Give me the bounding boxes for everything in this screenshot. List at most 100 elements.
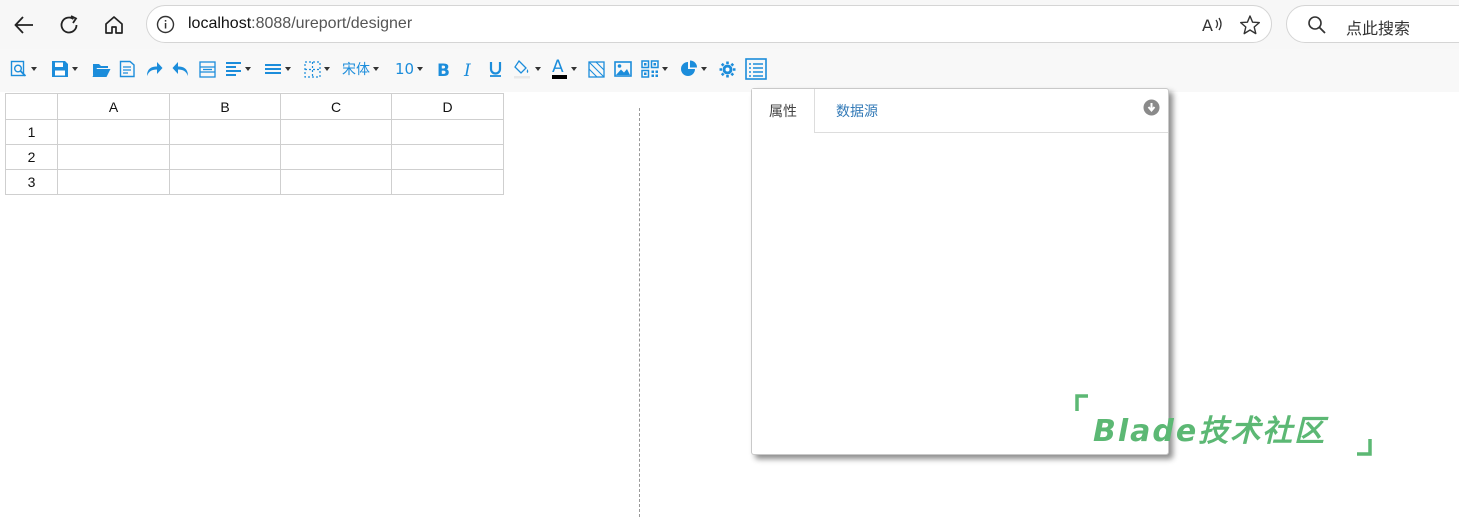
panel-splitter[interactable]: [639, 108, 640, 517]
svg-text:B: B: [437, 61, 450, 78]
gear-icon: [719, 61, 736, 77]
corner-cell[interactable]: [5, 93, 58, 120]
property-panel-button[interactable]: [745, 57, 767, 81]
grid-cell[interactable]: [280, 119, 392, 145]
vertical-align-button[interactable]: [264, 57, 291, 81]
undo-icon: [172, 62, 188, 76]
align-button[interactable]: [225, 57, 251, 81]
font-color-icon: A: [552, 58, 567, 79]
fill-color-button[interactable]: [513, 57, 541, 81]
border-button[interactable]: [304, 57, 330, 81]
slash-icon: [588, 60, 605, 78]
italic-button[interactable]: I: [462, 57, 476, 81]
grid-cell[interactable]: [391, 119, 504, 145]
reload-button[interactable]: [54, 10, 84, 40]
tab-datasource[interactable]: 数据源: [815, 89, 899, 132]
browser-search-box[interactable]: 点此搜索: [1286, 5, 1459, 43]
grid-cell[interactable]: [57, 169, 170, 195]
font-size-select[interactable]: 10: [395, 57, 424, 81]
svg-text:A: A: [1202, 16, 1213, 35]
column-header[interactable]: C: [280, 93, 392, 120]
property-list-icon: [745, 58, 767, 80]
chart-button[interactable]: [680, 57, 707, 81]
back-arrow-icon: [14, 16, 33, 34]
url-path: :8088/ureport/designer: [251, 15, 413, 32]
preview-button[interactable]: [10, 57, 37, 81]
grid-cell[interactable]: [391, 169, 504, 195]
grid-cell[interactable]: [57, 119, 170, 145]
pie-chart-icon: [681, 60, 697, 76]
column-header[interactable]: B: [169, 93, 281, 120]
grid-row: 3: [5, 169, 504, 195]
panel-tab-bar: 属性 数据源: [752, 89, 1168, 133]
search-icon: [1308, 16, 1326, 34]
browser-toolbar: localhost:8088/ureport/designer A 点此搜索: [0, 0, 1459, 49]
dropdown-caret: [285, 67, 291, 71]
underline-button[interactable]: [488, 57, 503, 81]
grid-cell[interactable]: [57, 144, 170, 170]
grid-cell[interactable]: [169, 144, 281, 170]
bold-button[interactable]: B: [436, 57, 450, 81]
image-icon: [614, 61, 632, 77]
qrcode-button[interactable]: [641, 57, 668, 81]
grid-cell[interactable]: [169, 119, 281, 145]
font-color-button[interactable]: A: [551, 57, 577, 81]
font-family-select[interactable]: 宋体: [342, 57, 379, 81]
favorite-star-icon[interactable]: [1239, 14, 1261, 36]
search-placeholder: 点此搜索: [1346, 19, 1411, 38]
grid-cell[interactable]: [169, 169, 281, 195]
row-header[interactable]: 1: [5, 119, 58, 145]
report-grid: A B C D 1 2 3: [5, 93, 504, 195]
column-header[interactable]: A: [57, 93, 170, 120]
column-header[interactable]: D: [391, 93, 504, 120]
undo-button[interactable]: [172, 57, 190, 81]
slash-cell-button[interactable]: [588, 57, 605, 81]
back-button[interactable]: [9, 10, 39, 40]
open-button[interactable]: [92, 57, 111, 81]
svg-text:A: A: [552, 58, 564, 77]
home-button[interactable]: [99, 10, 129, 40]
redo-button[interactable]: [145, 57, 163, 81]
grid-cell[interactable]: [391, 144, 504, 170]
grid-cell[interactable]: [280, 169, 392, 195]
bold-icon: B: [437, 61, 450, 78]
read-aloud-icon[interactable]: A: [1201, 14, 1225, 36]
address-bar[interactable]: localhost:8088/ureport/designer A: [146, 5, 1272, 43]
import-icon: [119, 60, 135, 78]
row-header[interactable]: 3: [5, 169, 58, 195]
settings-button[interactable]: [719, 57, 736, 81]
underline-icon: [489, 62, 502, 77]
dropdown-caret: [535, 67, 541, 71]
grid-cell[interactable]: [280, 144, 392, 170]
italic-icon: I: [463, 61, 471, 78]
insert-image-button[interactable]: [614, 57, 632, 81]
watermark-logo: Blade技术社区: [1075, 394, 1375, 458]
reload-icon: [60, 15, 78, 34]
dropdown-caret: [417, 67, 424, 71]
font-size-value: 10: [395, 60, 415, 78]
merge-cells-button[interactable]: [199, 57, 216, 81]
url-text[interactable]: localhost:8088/ureport/designer: [188, 15, 412, 33]
dropdown-caret: [324, 67, 330, 71]
save-button[interactable]: [51, 57, 78, 81]
designer-toolbar: 宋体 10 B I A: [0, 49, 1459, 92]
svg-text:I: I: [463, 61, 471, 78]
fill-color-icon: [514, 59, 530, 79]
dropdown-caret: [571, 67, 577, 71]
preview-icon: [10, 60, 27, 77]
align-left-icon: [226, 62, 241, 76]
dropdown-caret: [72, 67, 78, 71]
site-info-icon[interactable]: [156, 15, 175, 34]
row-header[interactable]: 2: [5, 144, 58, 170]
save-icon: [52, 61, 68, 77]
redo-icon: [147, 62, 163, 76]
font-family-value: 宋体: [342, 62, 370, 78]
tab-properties[interactable]: 属性: [752, 89, 815, 133]
home-icon: [105, 16, 123, 34]
collapse-down-icon[interactable]: [1143, 99, 1160, 116]
grid-row: 1: [5, 119, 504, 145]
column-header-row: A B C D: [5, 93, 504, 120]
grid-row: 2: [5, 144, 504, 170]
dropdown-caret: [701, 67, 707, 71]
import-button[interactable]: [119, 57, 136, 81]
